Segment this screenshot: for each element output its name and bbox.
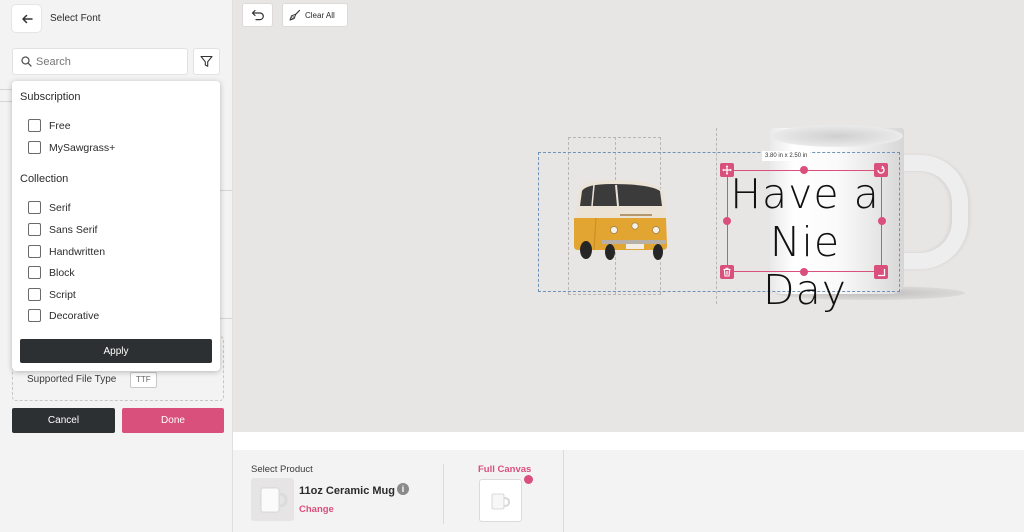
filter-option-label: Block	[49, 266, 75, 279]
product-thumbnail[interactable]	[251, 478, 294, 521]
arrow-left-icon	[21, 14, 33, 23]
filter-option-handwritten[interactable]: Handwritten	[28, 245, 105, 258]
cancel-button[interactable]: Cancel	[12, 408, 115, 433]
filter-option-label: Sans Serif	[49, 223, 98, 236]
filter-option-free[interactable]: Free	[28, 119, 71, 132]
divider	[443, 464, 444, 524]
filter-dropdown: Subscription Free MySawgrass+ Collection…	[12, 81, 220, 371]
checkbox[interactable]	[28, 119, 41, 132]
apply-button[interactable]: Apply	[20, 339, 212, 363]
move-icon	[722, 165, 732, 175]
rotate-icon	[877, 165, 885, 174]
checkbox[interactable]	[28, 245, 41, 258]
file-type-badge: TTF	[130, 372, 157, 388]
mug-icon	[491, 493, 510, 509]
rotate-handle[interactable]	[874, 163, 888, 177]
van-artwork[interactable]	[572, 178, 668, 264]
resize-handle-bottom[interactable]	[800, 268, 808, 276]
divider	[0, 89, 12, 90]
selected-indicator	[524, 475, 533, 484]
resize-handle-left[interactable]	[723, 217, 731, 225]
filter-option-label: Handwritten	[49, 245, 106, 258]
select-product-label: Select Product	[251, 464, 313, 475]
canvas-footer-strip	[233, 432, 1024, 450]
filter-option-label: Decorative	[49, 309, 100, 322]
back-button[interactable]	[12, 5, 41, 32]
change-product-link[interactable]: Change	[299, 504, 334, 515]
filter-icon	[200, 55, 213, 67]
scale-icon	[878, 269, 886, 277]
checkbox[interactable]	[28, 309, 41, 322]
filter-button[interactable]	[193, 48, 220, 75]
filter-option-label: MySawgrass+	[49, 141, 116, 154]
mug-icon	[260, 487, 288, 512]
filter-option-block[interactable]: Block	[28, 266, 75, 279]
scale-handle[interactable]	[874, 265, 888, 279]
delete-handle[interactable]	[720, 265, 734, 279]
selection-box[interactable]	[727, 170, 882, 272]
filter-option-sans-serif[interactable]: Sans Serif	[28, 223, 97, 236]
search-icon	[21, 56, 32, 67]
full-canvas-thumbnail[interactable]	[479, 479, 522, 522]
full-canvas-label: Full Canvas	[478, 464, 532, 475]
filter-option-label: Script	[49, 288, 76, 301]
collection-heading: Collection	[20, 173, 69, 185]
trash-icon	[723, 267, 731, 277]
subscription-heading: Subscription	[20, 91, 81, 103]
checkbox[interactable]	[28, 141, 41, 154]
resize-handle-top[interactable]	[800, 166, 808, 174]
font-search[interactable]	[12, 48, 188, 75]
search-input[interactable]	[36, 55, 176, 68]
divider	[220, 190, 232, 191]
supported-file-type-label: Supported File Type	[27, 374, 117, 385]
checkbox[interactable]	[28, 266, 41, 279]
filter-option-mysawgrass[interactable]: MySawgrass+	[28, 141, 115, 154]
filter-option-script[interactable]: Script	[28, 288, 76, 301]
divider	[0, 101, 12, 102]
product-name: 11oz Ceramic Mug	[299, 485, 395, 497]
divider	[563, 450, 564, 532]
done-button[interactable]: Done	[122, 408, 224, 433]
info-icon[interactable]: i	[397, 483, 409, 495]
filter-option-label: Free	[49, 119, 71, 132]
filter-option-label: Serif	[49, 201, 71, 214]
checkbox[interactable]	[28, 201, 41, 214]
mug-rim	[771, 125, 903, 147]
checkbox[interactable]	[28, 288, 41, 301]
resize-handle-right[interactable]	[878, 217, 886, 225]
filter-option-serif[interactable]: Serif	[28, 201, 71, 214]
sidebar-title: Select Font	[50, 13, 101, 24]
filter-option-decorative[interactable]: Decorative	[28, 309, 99, 322]
dimension-label: 3.80 in x 2.50 in	[762, 151, 811, 161]
divider	[220, 318, 232, 319]
checkbox[interactable]	[28, 223, 41, 236]
move-handle[interactable]	[720, 163, 734, 177]
